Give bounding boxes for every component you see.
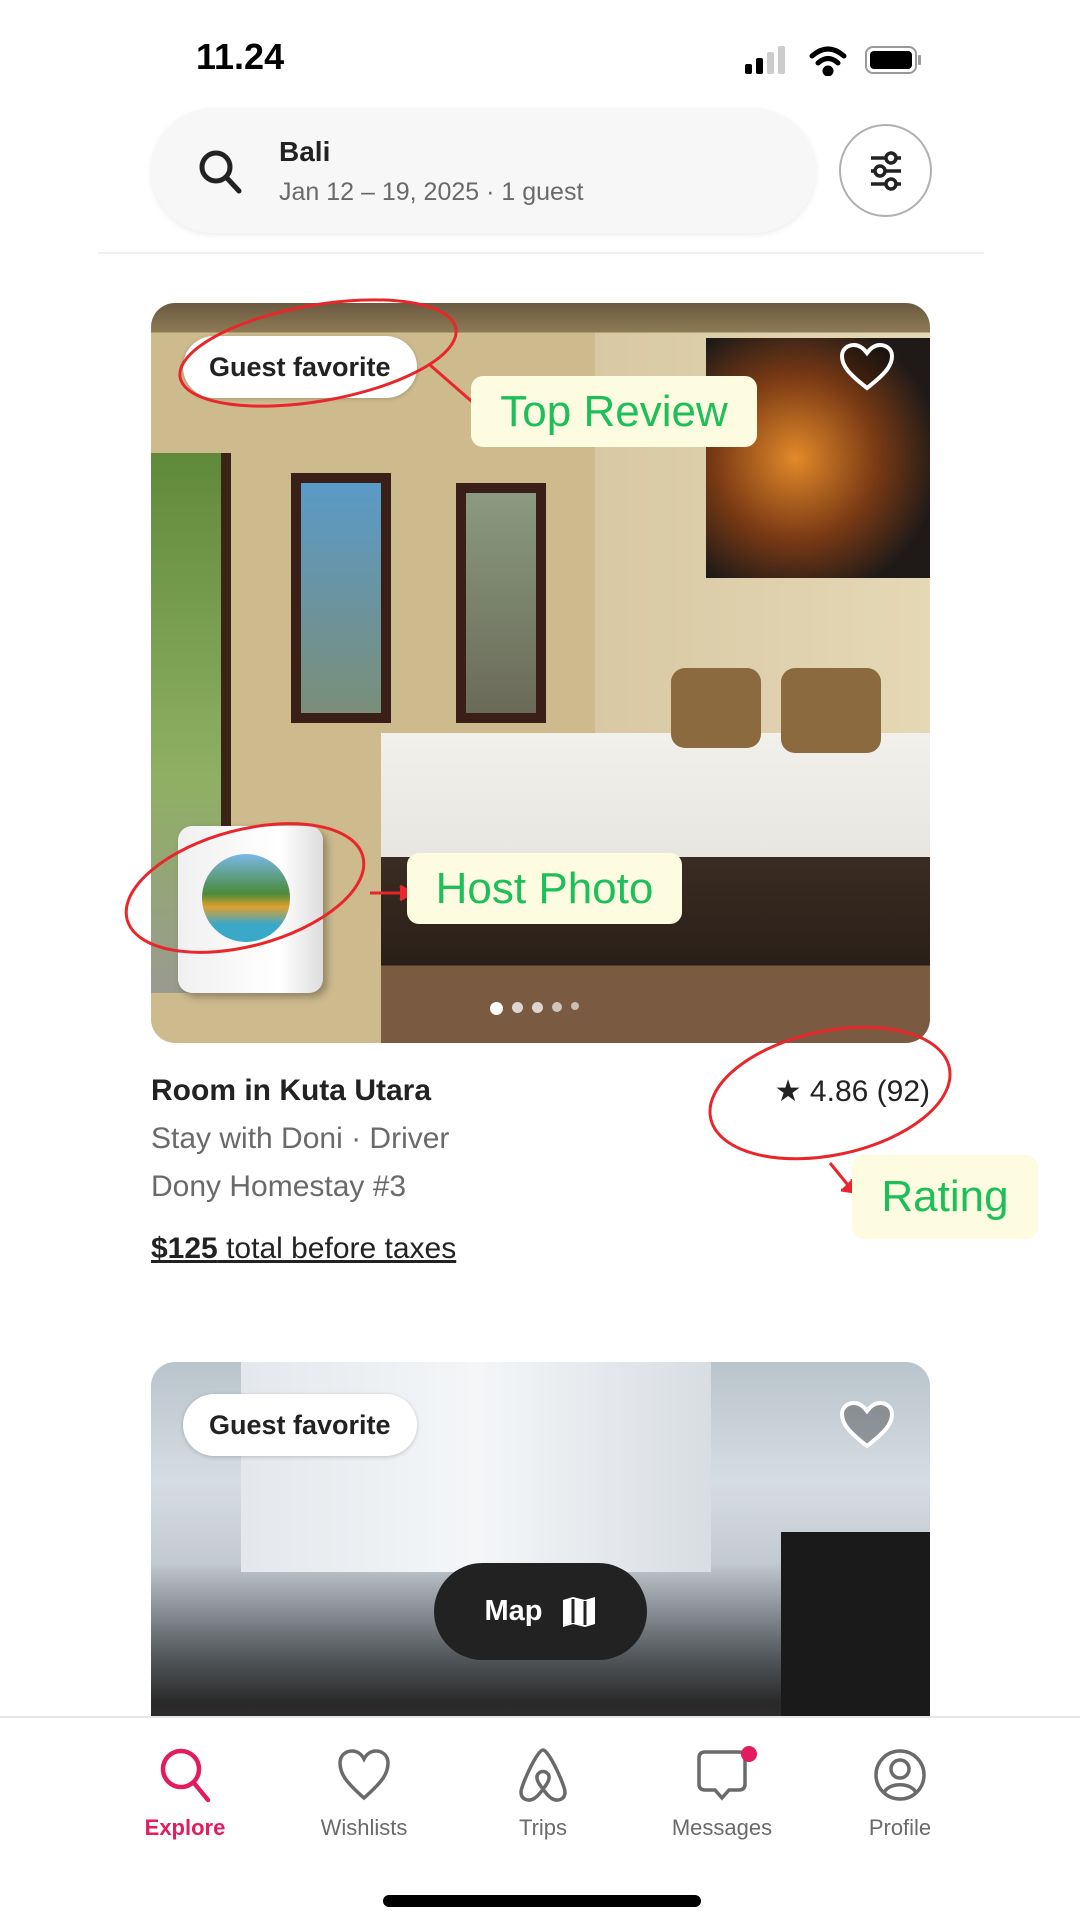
search-icon bbox=[160, 1748, 211, 1803]
home-indicator[interactable] bbox=[383, 1895, 701, 1907]
listing-price[interactable]: $125 total before taxes bbox=[151, 1232, 456, 1266]
notification-dot bbox=[741, 1746, 757, 1762]
tab-wishlists[interactable]: Wishlists bbox=[284, 1746, 444, 1841]
annotation-circle bbox=[178, 298, 458, 408]
price-amount: $125 bbox=[151, 1232, 218, 1265]
profile-icon bbox=[874, 1749, 926, 1801]
tab-trips[interactable]: Trips bbox=[463, 1746, 623, 1841]
annotation-rating: Rating bbox=[852, 1155, 1038, 1239]
heart-icon bbox=[338, 1749, 390, 1801]
map-icon bbox=[562, 1596, 595, 1627]
annotation-top-review: Top Review bbox=[471, 376, 757, 447]
price-suffix: total before taxes bbox=[217, 1232, 457, 1265]
annotation-circle bbox=[124, 822, 366, 954]
bottom-tab-bar: Explore Wishlists Trips Messages Profile bbox=[0, 1716, 1080, 1920]
tab-label: Messages bbox=[671, 1815, 773, 1840]
map-label: Map bbox=[484, 1595, 543, 1627]
message-icon bbox=[697, 1746, 757, 1801]
guest-favorite-badge: Guest favorite bbox=[183, 1394, 417, 1456]
listing-host: Stay with Doni · Driver bbox=[151, 1122, 450, 1155]
tab-label: Trips bbox=[518, 1815, 568, 1840]
airbnb-logo-icon bbox=[519, 1748, 567, 1802]
listing-name: Dony Homestay #3 bbox=[151, 1170, 407, 1203]
tab-label: Wishlists bbox=[320, 1815, 408, 1840]
heart-icon[interactable] bbox=[839, 1400, 895, 1450]
tab-label: Profile bbox=[868, 1815, 932, 1840]
tab-explore[interactable]: Explore bbox=[105, 1746, 265, 1841]
listing-rating: ★ 4.86 (92) bbox=[775, 1074, 930, 1109]
rating-value: 4.86 (92) bbox=[809, 1075, 930, 1108]
map-button[interactable]: Map bbox=[434, 1563, 647, 1660]
tab-label: Explore bbox=[144, 1815, 226, 1840]
tab-messages[interactable]: Messages bbox=[642, 1746, 802, 1841]
star-icon: ★ bbox=[774, 1075, 802, 1108]
listing-title[interactable]: Room in Kuta Utara bbox=[151, 1074, 431, 1108]
tab-profile[interactable]: Profile bbox=[820, 1746, 980, 1841]
annotation-host-photo: Host Photo bbox=[407, 853, 682, 924]
